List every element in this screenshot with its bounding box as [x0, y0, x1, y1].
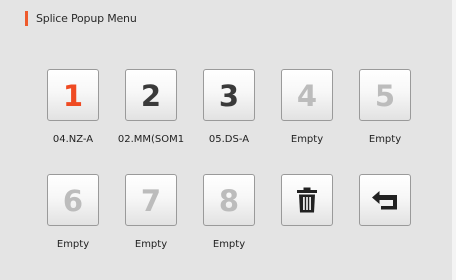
splice-slot-1-button[interactable]: 1: [47, 69, 99, 121]
slot-1-number: 1: [62, 78, 84, 113]
slot-1-label: 04.NZ-A: [52, 134, 94, 145]
return-arrow-icon: [372, 191, 397, 210]
slot-3-label: 05.DS-A: [208, 134, 250, 145]
slot-8-number: 8: [218, 183, 240, 218]
splice-popup-menu: Splice Popup Menu 1 04.NZ-A 2 02.MM(SOM1…: [0, 0, 452, 280]
slot-2-label: 02.MM(SOM1: [117, 134, 185, 145]
slot-7-label: Empty: [134, 239, 168, 250]
splice-slot-4-button[interactable]: 4: [281, 69, 333, 121]
splice-slot-2-button[interactable]: 2: [125, 69, 177, 121]
splice-slot-5-button[interactable]: 5: [359, 69, 411, 121]
slot-5-number: 5: [374, 78, 396, 113]
slot-8-label: Empty: [212, 239, 246, 250]
popup-title: Splice Popup Menu: [36, 12, 137, 25]
splice-slot-8-button[interactable]: 8: [203, 174, 255, 226]
back-button[interactable]: [359, 174, 411, 226]
window-edge: [452, 0, 456, 280]
splice-slot-7-button[interactable]: 7: [125, 174, 177, 226]
splice-slot-3-button[interactable]: 3: [203, 69, 255, 121]
slot-4-label: Empty: [290, 134, 324, 145]
slot-4-number: 4: [296, 78, 318, 113]
splice-slot-6-button[interactable]: 6: [47, 174, 99, 226]
slot-2-number: 2: [140, 78, 162, 113]
delete-button[interactable]: [281, 174, 333, 226]
slot-6-number: 6: [62, 183, 84, 218]
slot-5-label: Empty: [368, 134, 402, 145]
title-accent-bar: [25, 11, 28, 26]
slot-3-number: 3: [218, 78, 240, 113]
slot-6-label: Empty: [56, 239, 90, 250]
slot-7-number: 7: [140, 183, 162, 218]
trash-icon: [297, 187, 317, 213]
